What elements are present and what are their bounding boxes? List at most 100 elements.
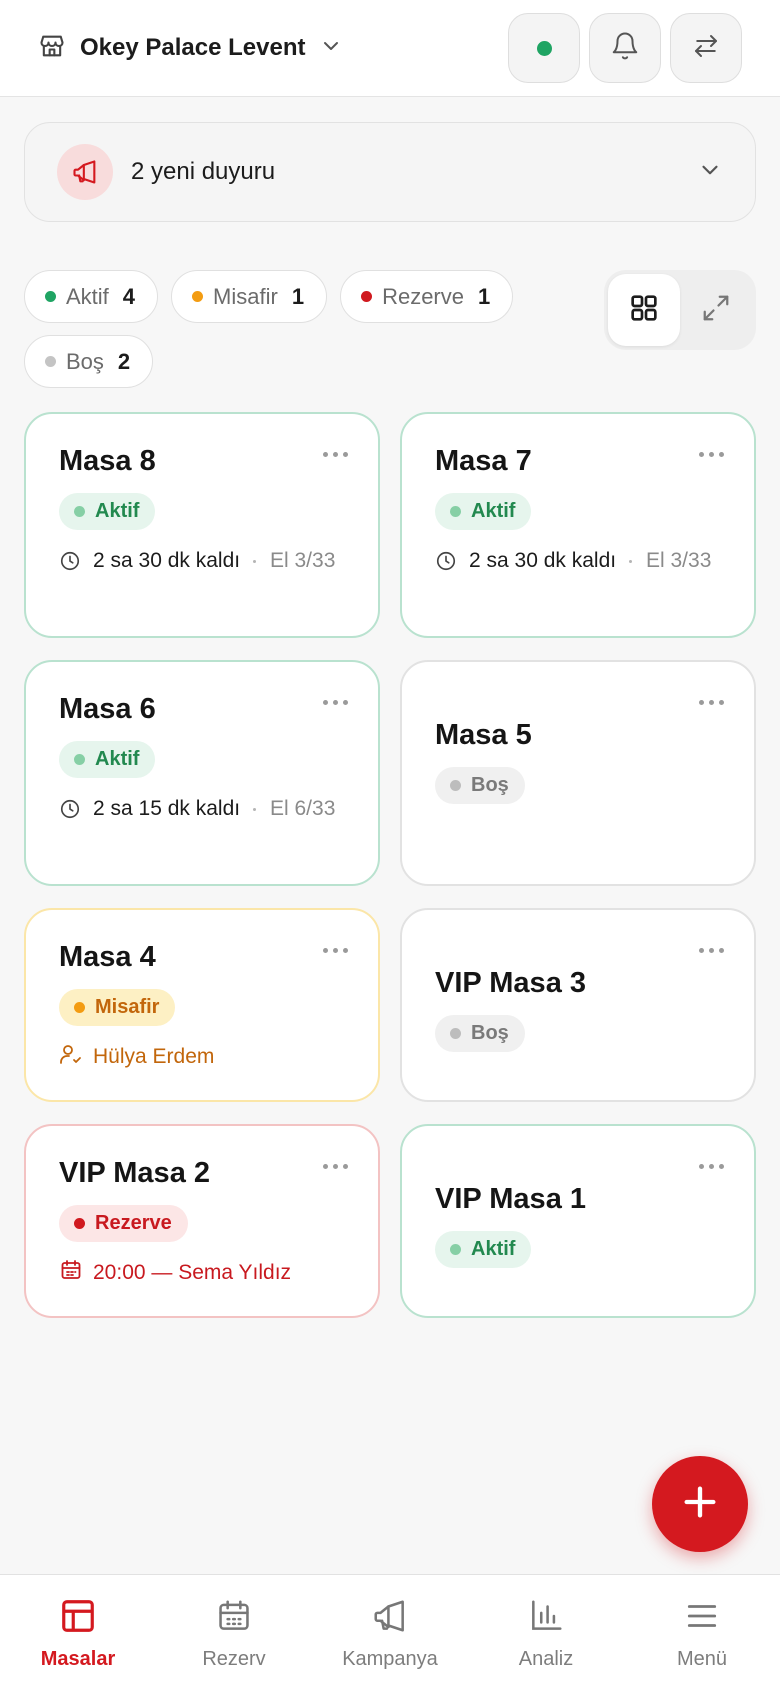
table-name: Masa 8	[59, 445, 156, 477]
table-name: Masa 6	[59, 693, 156, 725]
table-name: Masa 7	[435, 445, 532, 477]
more-options-icon[interactable]	[323, 700, 348, 705]
swap-arrows-icon	[691, 31, 721, 66]
grid-icon	[628, 292, 660, 329]
table-card[interactable]: Masa 8 Aktif 2 sa 30 dk kaldı El 3/33	[24, 412, 380, 638]
status-filters: Aktif 4 Misafir 1 Rezerve 1 Boş 2	[24, 270, 564, 388]
announcements-banner[interactable]: 2 yeni duyuru	[24, 122, 756, 222]
filter-chip-bos[interactable]: Boş 2	[24, 335, 154, 388]
more-options-icon[interactable]	[323, 948, 348, 953]
nav-label: Rezerv	[202, 1648, 266, 1670]
nav-item-kampanya[interactable]: Kampanya	[312, 1575, 468, 1688]
status-dot	[45, 291, 56, 302]
time-remaining: 2 sa 30 dk kaldı	[93, 549, 241, 572]
table-name: Masa 4	[59, 941, 156, 973]
filter-label: Aktif	[66, 283, 109, 309]
status-dot	[192, 291, 204, 302]
table-name: VIP Masa 1	[435, 1183, 587, 1215]
reservation-info: 20:00 — Sema Yıldız	[93, 1261, 292, 1284]
nav-label: Menü	[676, 1648, 728, 1670]
hand-count: El 3/33	[270, 549, 336, 572]
filter-count: 1	[478, 283, 491, 309]
table-card[interactable]: Masa 4 Misafir Hülya Erdem	[24, 908, 380, 1102]
clock-icon	[59, 798, 81, 820]
clock-icon	[435, 550, 457, 572]
table-card[interactable]: VIP Masa 1 Aktif	[400, 1124, 756, 1318]
megaphone-icon	[57, 144, 113, 200]
filter-count: 1	[291, 283, 305, 309]
store-icon	[38, 32, 66, 65]
more-options-icon[interactable]	[699, 700, 724, 705]
status-badge: Boş	[435, 767, 525, 804]
fullscreen-view-button[interactable]	[680, 274, 752, 346]
add-table-button[interactable]	[652, 1456, 748, 1552]
filter-count: 4	[122, 283, 136, 309]
nav-label: Analiz	[518, 1648, 574, 1670]
hand-count: El 6/33	[270, 797, 336, 820]
venue-name: Okey Palace Levent	[80, 34, 306, 61]
user-check-icon	[59, 1042, 83, 1072]
more-options-icon[interactable]	[323, 1164, 348, 1169]
status-badge: Boş	[435, 1015, 525, 1052]
live-status-dot	[536, 40, 552, 56]
guest-name: Hülya Erdem	[93, 1045, 215, 1068]
filter-chip-misafir[interactable]: Misafir 1	[171, 270, 328, 323]
table-name: VIP Masa 3	[435, 967, 587, 999]
more-options-icon[interactable]	[699, 1164, 724, 1169]
table-card[interactable]: VIP Masa 2 Rezerve 20:00 — Sema Yıldız	[24, 1124, 380, 1318]
chevron-down-icon	[697, 157, 723, 188]
filter-label: Misafir	[213, 283, 278, 309]
filter-label: Rezerve	[382, 283, 464, 309]
filter-chip-aktif[interactable]: Aktif 4	[24, 270, 159, 323]
top-bar: Okey Palace Levent	[0, 0, 780, 97]
status-badge: Aktif	[435, 493, 532, 530]
filter-count: 2	[117, 348, 131, 374]
live-status-button[interactable]	[508, 13, 580, 83]
megaphone-icon	[371, 1597, 409, 1640]
switch-venue-button[interactable]	[670, 13, 742, 83]
clock-icon	[59, 550, 81, 572]
status-badge: Misafir	[59, 989, 176, 1026]
nav-item-rezerv[interactable]: Rezerv	[156, 1575, 312, 1688]
more-options-icon[interactable]	[699, 948, 724, 953]
bar-chart-icon	[527, 1597, 565, 1640]
nav-item-analiz[interactable]: Analiz	[468, 1575, 624, 1688]
expand-icon	[701, 293, 731, 328]
table-card[interactable]: Masa 5 Boş	[400, 660, 756, 886]
announcement-text: 2 yeni duyuru	[131, 158, 276, 185]
status-dot	[45, 356, 56, 367]
table-card[interactable]: Masa 7 Aktif 2 sa 30 dk kaldı El 3/33	[400, 412, 756, 638]
calendar-icon	[215, 1597, 253, 1640]
status-dot	[361, 291, 373, 302]
nav-item-masalar[interactable]: Masalar	[0, 1575, 156, 1688]
notifications-button[interactable]	[589, 13, 661, 83]
nav-label: Masalar	[40, 1648, 116, 1670]
hand-count: El 3/33	[646, 549, 712, 572]
grid-view-button[interactable]	[608, 274, 680, 346]
status-badge: Aktif	[59, 493, 156, 530]
calendar-icon	[59, 1258, 83, 1288]
time-remaining: 2 sa 30 dk kaldı	[469, 549, 617, 572]
nav-label: Kampanya	[342, 1648, 438, 1670]
bell-icon	[610, 31, 640, 66]
view-mode-toggle	[604, 270, 756, 350]
nav-item-menu[interactable]: Menü	[624, 1575, 780, 1688]
table-name: VIP Masa 2	[59, 1157, 211, 1189]
hamburger-icon	[683, 1597, 721, 1640]
plus-icon	[680, 1482, 720, 1527]
filter-label: Boş	[66, 348, 104, 374]
table-name: Masa 5	[435, 719, 532, 751]
status-badge: Rezerve	[59, 1205, 188, 1242]
status-badge: Aktif	[435, 1231, 532, 1268]
filter-chip-rezerve[interactable]: Rezerve 1	[340, 270, 514, 323]
table-card[interactable]: Masa 6 Aktif 2 sa 15 dk kaldı El 6/33	[24, 660, 380, 886]
status-badge: Aktif	[59, 741, 156, 778]
venue-selector[interactable]: Okey Palace Levent	[38, 32, 343, 65]
bottom-navigation: Masalar Rezerv Kampanya Analiz Menü	[0, 1574, 780, 1688]
table-icon	[59, 1597, 97, 1640]
table-card[interactable]: VIP Masa 3 Boş	[400, 908, 756, 1102]
more-options-icon[interactable]	[699, 452, 724, 457]
time-remaining: 2 sa 15 dk kaldı	[93, 797, 241, 820]
more-options-icon[interactable]	[323, 452, 348, 457]
chevron-down-icon	[319, 34, 343, 63]
